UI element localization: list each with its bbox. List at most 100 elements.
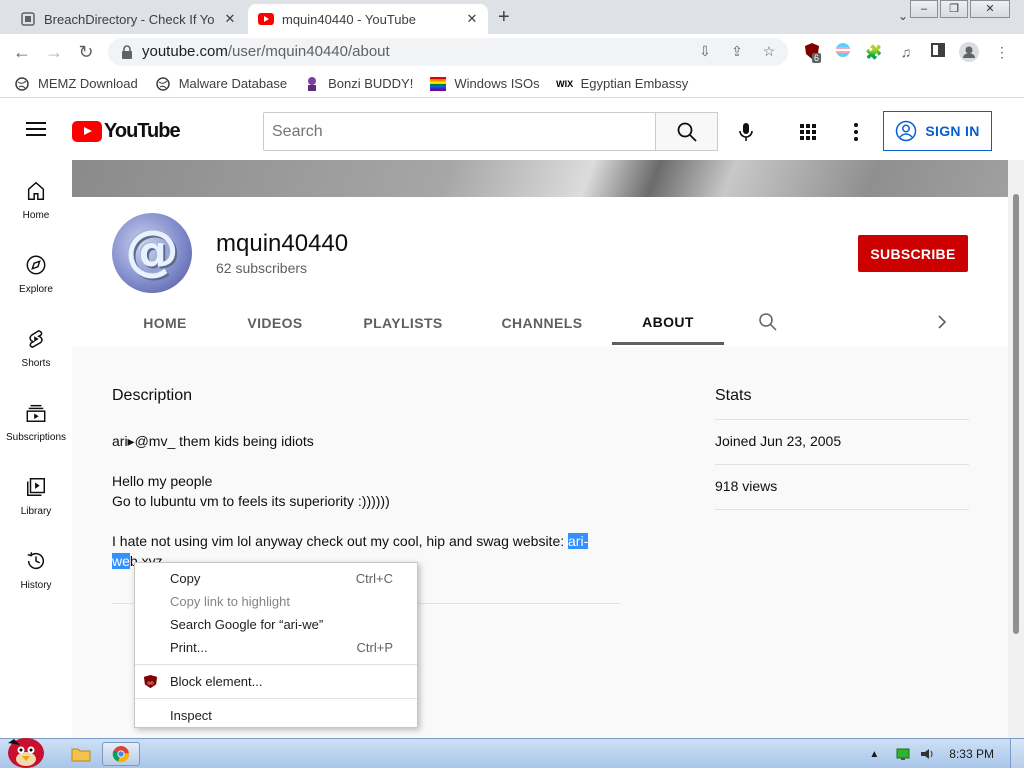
menu-item-copy-link-highlight[interactable]: Copy link to highlight <box>135 590 417 613</box>
sign-in-button[interactable]: SIGN IN <box>883 111 992 151</box>
bookmark-egyptian-embassy[interactable]: WIX Egyptian Embassy <box>556 76 688 92</box>
tray-arrow-icon[interactable]: ▲ <box>869 749 879 760</box>
menu-label: Print... <box>170 640 208 655</box>
joined-date: Joined Jun 23, 2005 <box>715 433 842 449</box>
guide-item-subscriptions[interactable]: Subscriptions <box>0 382 72 456</box>
microphone-icon[interactable] <box>734 120 758 144</box>
back-icon[interactable]: ← <box>10 40 34 64</box>
guide-item-home[interactable]: Home <box>0 160 72 234</box>
guide-label: Shorts <box>21 358 51 369</box>
youtube-play-icon <box>72 121 102 142</box>
menu-label: Copy link to highlight <box>170 594 290 609</box>
stats-divider <box>715 419 969 420</box>
guide-item-history[interactable]: History <box>0 530 72 604</box>
tab-breachdirectory[interactable]: BreachDirectory - Check If You ✕ <box>10 4 246 34</box>
search-icon <box>677 122 697 142</box>
subscribe-button[interactable]: SUBSCRIBE <box>858 235 968 272</box>
shortcut-label: Ctrl+C <box>355 571 393 586</box>
apps-grid-icon[interactable] <box>796 120 820 144</box>
media-control-icon[interactable]: ♫ <box>896 42 916 62</box>
subscriber-count: 62 subscribers <box>216 260 308 276</box>
stats-divider <box>715 464 969 465</box>
window-close-icon[interactable]: ✕ <box>970 0 1010 18</box>
tab-search-chevron-icon[interactable]: ⌄ <box>898 9 908 23</box>
profile-avatar-icon[interactable] <box>959 42 979 62</box>
bookmark-bonzi-buddy[interactable]: Bonzi BUDDY! <box>304 76 413 92</box>
close-tab-icon[interactable]: ✕ <box>222 11 238 27</box>
scrollbar-thumb[interactable] <box>1013 194 1019 634</box>
tab-playlists[interactable]: PLAYLISTS <box>350 301 456 345</box>
guide-item-shorts[interactable]: Shorts <box>0 308 72 382</box>
extensions-puzzle-icon[interactable]: 🧩 <box>864 42 884 62</box>
side-panel-icon[interactable] <box>928 42 948 62</box>
globe-icon <box>155 76 171 92</box>
tab-home[interactable]: HOME <box>128 301 202 345</box>
trans-flag-extension-icon[interactable] <box>833 42 853 62</box>
forward-icon[interactable]: → <box>42 40 66 64</box>
guide-label: Library <box>20 506 52 517</box>
lock-icon <box>122 45 132 59</box>
bookmark-malware-database[interactable]: Malware Database <box>155 76 287 92</box>
bookmarks-bar: MEMZ Download Malware Database Bonzi BUD… <box>0 70 1024 98</box>
close-tab-icon[interactable]: ✕ <box>464 11 480 27</box>
description-line: ari▸@mv_ them kids being idiots <box>112 433 314 449</box>
install-app-icon[interactable]: ⇩ <box>696 43 714 61</box>
channel-search-icon[interactable] <box>758 312 778 332</box>
maximize-icon[interactable]: ❐ <box>940 0 968 18</box>
website-link-selected[interactable]: we <box>112 553 130 569</box>
guide-item-explore[interactable]: Explore <box>0 234 72 308</box>
guide-item-library[interactable]: Library <box>0 456 72 530</box>
share-icon[interactable]: ⇪ <box>728 43 746 61</box>
tab-youtube[interactable]: mquin40440 - YouTube ✕ <box>248 4 488 34</box>
channel-avatar: @ <box>112 213 192 293</box>
channel-name: mquin40440 <box>216 230 349 257</box>
new-tab-icon[interactable]: + <box>498 6 510 29</box>
search-button[interactable] <box>655 112 718 151</box>
taskbar-chrome[interactable] <box>102 742 140 766</box>
description-heading: Description <box>112 387 193 404</box>
volume-icon[interactable] <box>919 747 935 761</box>
menu-item-print[interactable]: Print... Ctrl+P <box>135 636 417 659</box>
bookmark-memz[interactable]: MEMZ Download <box>14 76 138 92</box>
menu-item-inspect[interactable]: Inspect <box>135 704 417 727</box>
taskbar-clock[interactable]: 8:33 PM <box>949 747 994 761</box>
show-desktop-button[interactable] <box>1010 739 1024 768</box>
tab-about[interactable]: ABOUT <box>612 301 724 345</box>
taskbar-explorer[interactable] <box>62 742 100 766</box>
website-link-selected[interactable]: ari- <box>568 533 589 549</box>
menu-item-search-google[interactable]: Search Google for “ari-we” <box>135 613 417 636</box>
menu-item-block-element[interactable]: uo Block element... <box>135 670 417 693</box>
ublock-extension-icon[interactable]: 6 <box>802 42 822 63</box>
system-tray: ▲ 8:33 PM <box>869 739 1024 768</box>
history-icon <box>27 552 45 570</box>
stats-divider <box>715 509 969 510</box>
settings-dots-icon[interactable] <box>844 120 868 144</box>
reload-icon[interactable]: ↻ <box>74 40 98 64</box>
chevron-right-icon[interactable] <box>932 312 952 332</box>
menu-item-copy[interactable]: Copy Ctrl+C <box>135 567 417 590</box>
tab-videos[interactable]: VIDEOS <box>234 301 316 345</box>
search-box <box>263 112 656 151</box>
search-input[interactable] <box>264 113 655 150</box>
guide-menu-icon[interactable] <box>26 122 46 136</box>
extension-badge: 6 <box>812 53 822 63</box>
url-text: youtube.com/user/mquin40440/about <box>142 43 390 60</box>
page-scrollbar[interactable] <box>1008 160 1024 738</box>
minimize-icon[interactable]: – <box>910 0 938 18</box>
tab-channels[interactable]: CHANNELS <box>490 301 594 345</box>
youtube-favicon-icon <box>258 11 274 27</box>
bookmark-windows-isos[interactable]: Windows ISOs <box>430 76 540 92</box>
browser-menu-icon[interactable]: ⋮ <box>992 42 1012 62</box>
tab-label: ABOUT <box>642 313 694 330</box>
network-icon[interactable] <box>895 747 911 761</box>
tab-label: PLAYLISTS <box>363 315 443 331</box>
youtube-logo[interactable]: YouTube <box>72 120 181 143</box>
stats-heading: Stats <box>715 387 752 404</box>
bookmark-star-icon[interactable]: ☆ <box>760 43 778 61</box>
menu-label: Inspect <box>170 708 212 723</box>
description-line: Hello my people <box>112 473 213 489</box>
shorts-icon <box>29 329 43 349</box>
address-bar[interactable]: youtube.com/user/mquin40440/about ⇩ ⇪ ☆ <box>108 38 788 66</box>
start-button-bird-icon[interactable] <box>0 731 52 768</box>
globe-icon <box>14 76 30 92</box>
